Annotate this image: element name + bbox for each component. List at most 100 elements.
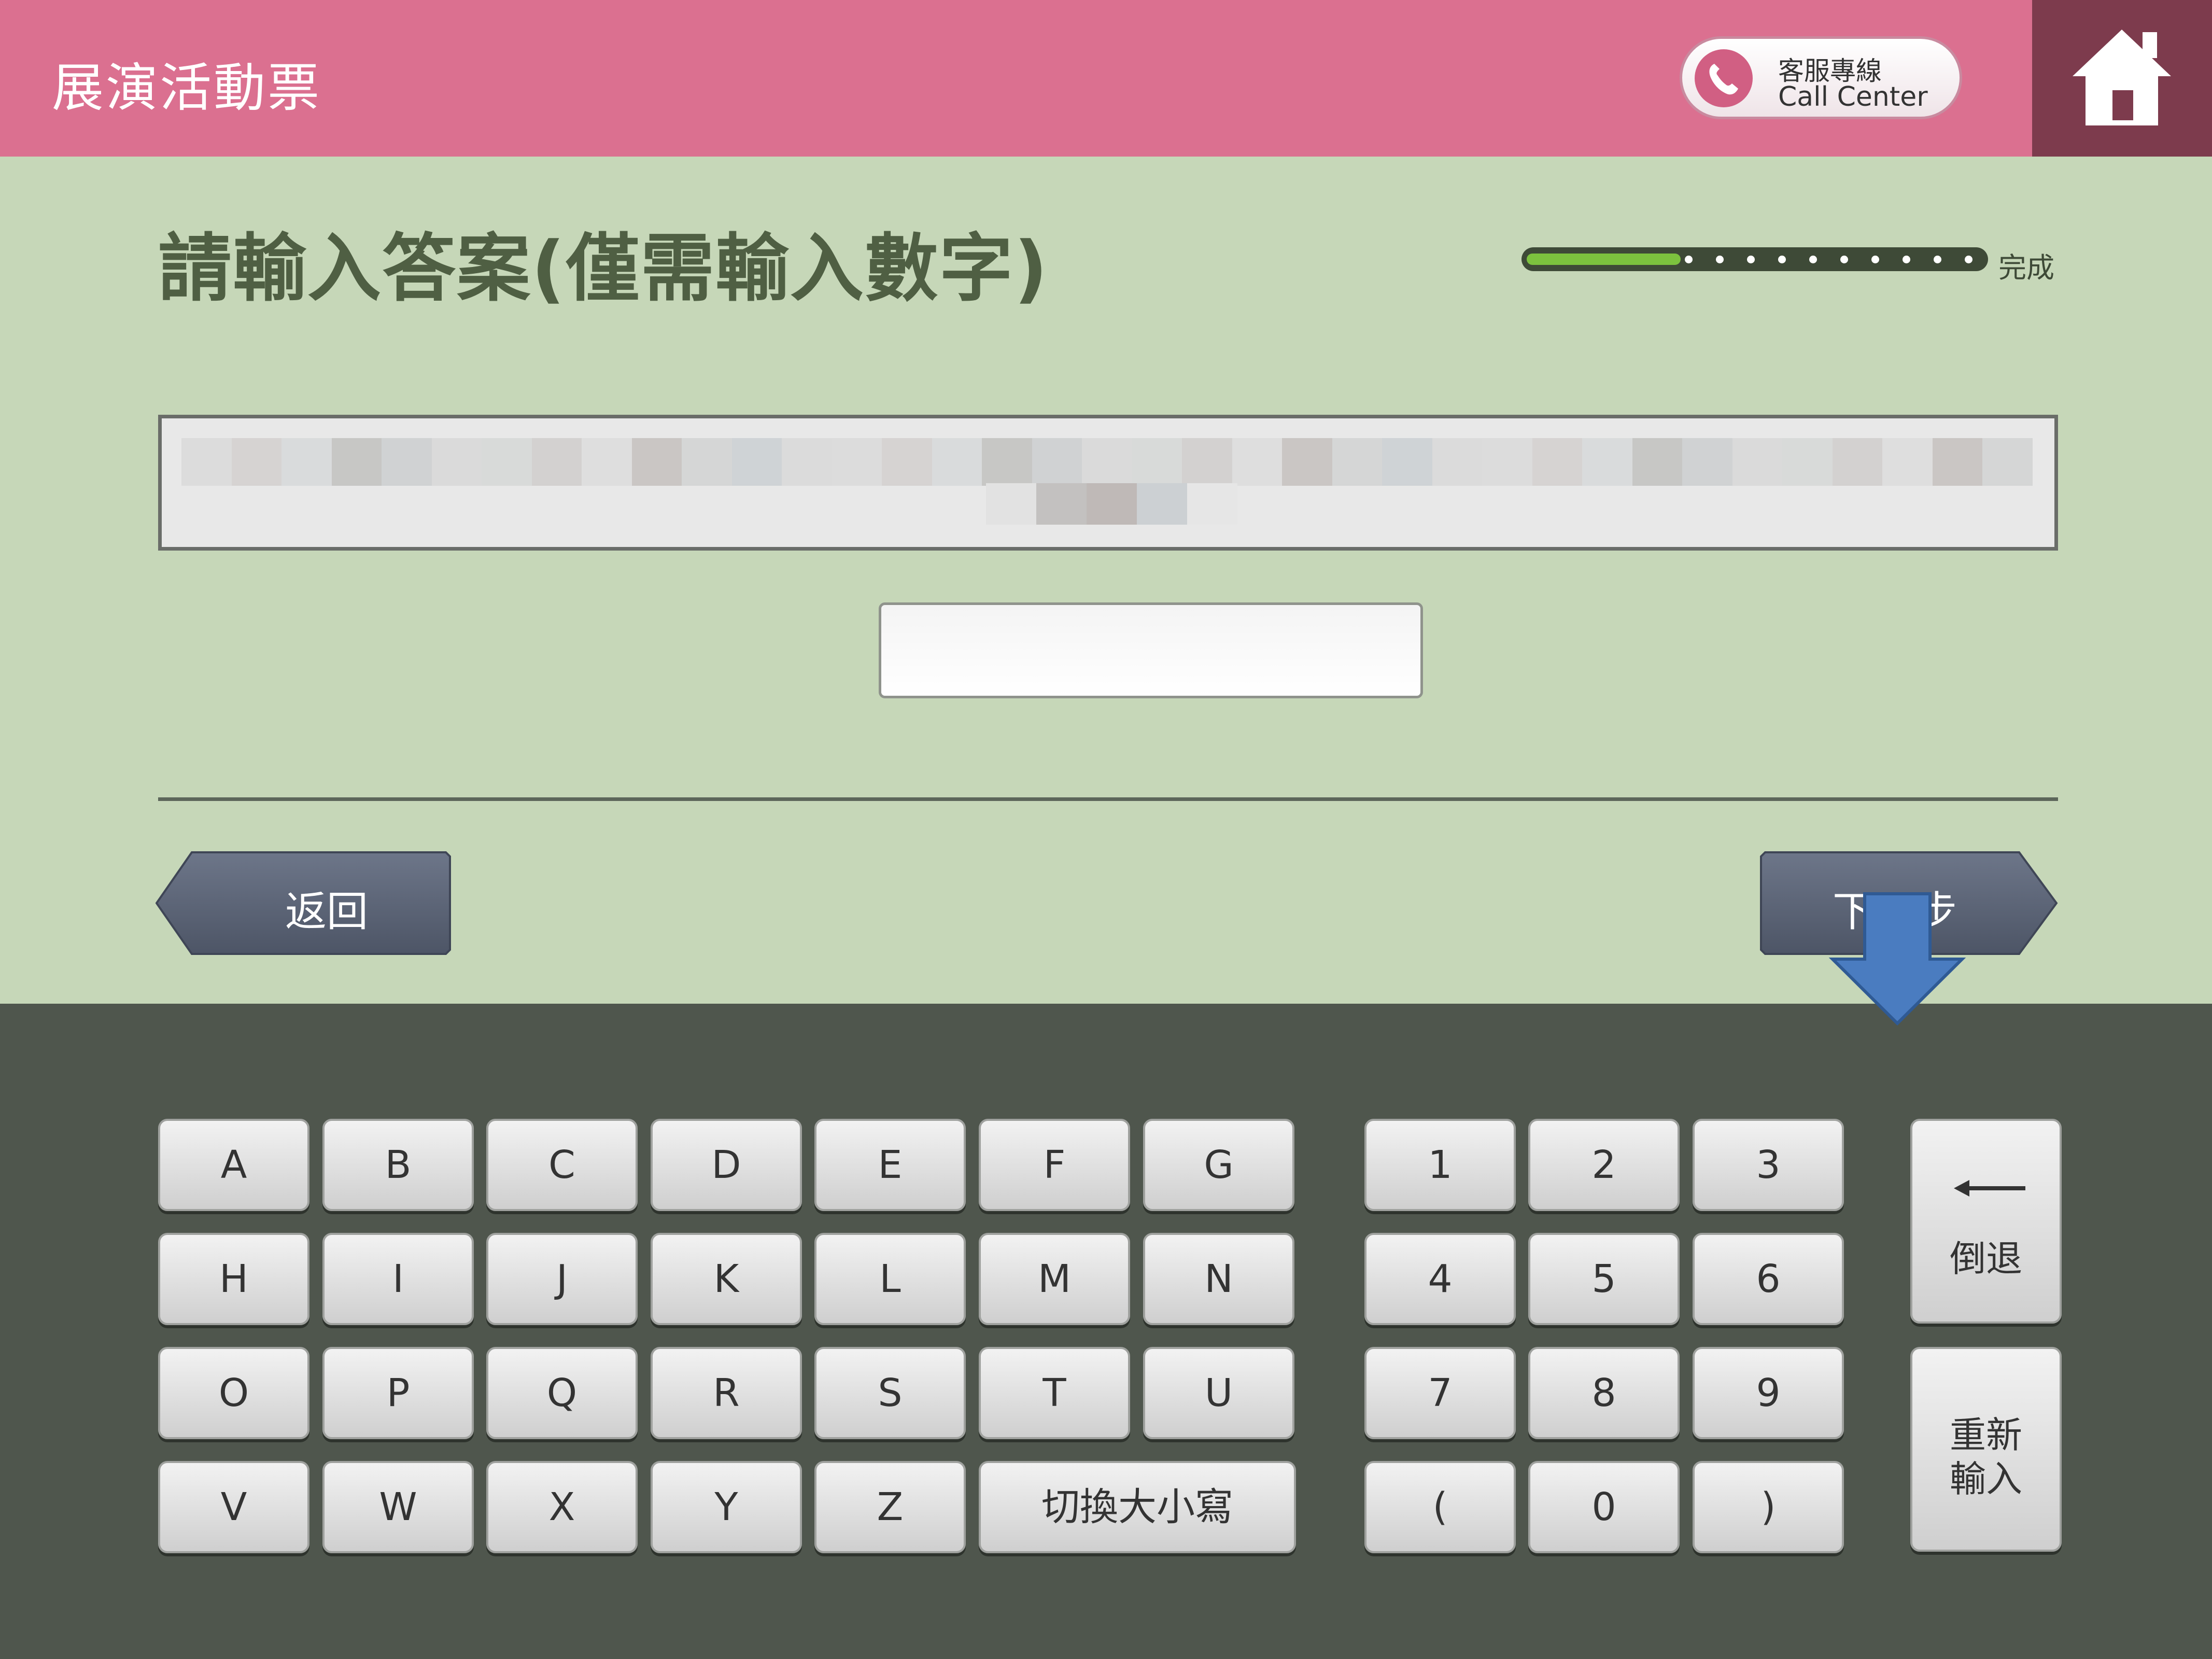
pointer-arrow-icon — [1828, 892, 1966, 1026]
progress-bar — [1521, 247, 1988, 273]
question-text-redacted — [682, 438, 732, 486]
call-center-button[interactable]: 客服專線 Call Center — [1680, 36, 1962, 119]
progress-dot — [1778, 256, 1786, 263]
question-text-redacted — [1087, 483, 1137, 525]
question-text-redacted — [1232, 438, 1283, 486]
question-text-redacted — [1582, 438, 1632, 486]
question-text-redacted — [331, 438, 382, 486]
progress-dot — [1934, 256, 1941, 263]
key-l[interactable]: L — [814, 1233, 966, 1325]
key-r[interactable]: R — [651, 1347, 802, 1439]
page-title: 請輸入答案(僅需輸入數字) — [158, 226, 1049, 312]
key-q[interactable]: Q — [486, 1347, 638, 1439]
home-icon — [2073, 30, 2171, 125]
key-v[interactable]: V — [158, 1461, 309, 1553]
question-text-redacted — [1732, 438, 1783, 486]
key-g[interactable]: G — [1143, 1119, 1294, 1211]
digit-key[interactable]: 3 — [1693, 1119, 1844, 1211]
question-text-redacted — [281, 438, 332, 486]
question-text-redacted — [782, 438, 832, 486]
phone-icon — [1695, 49, 1753, 107]
key-k[interactable]: K — [651, 1233, 802, 1325]
progress-dot — [1871, 256, 1879, 263]
question-text-redacted — [932, 438, 982, 486]
key-u[interactable]: U — [1143, 1347, 1294, 1439]
key-d[interactable]: D — [651, 1119, 802, 1211]
question-text-redacted — [231, 438, 282, 486]
question-text-redacted — [1782, 438, 1833, 486]
key-f[interactable]: F — [979, 1119, 1130, 1211]
digit-key[interactable]: 1 — [1364, 1119, 1516, 1211]
digit-key[interactable]: 7 — [1364, 1347, 1516, 1439]
key-b[interactable]: B — [322, 1119, 474, 1211]
key-c[interactable]: C — [486, 1119, 638, 1211]
question-text-redacted — [1432, 438, 1483, 486]
key-o[interactable]: O — [158, 1347, 309, 1439]
backspace-key[interactable]: 倒退 — [1910, 1119, 2062, 1324]
question-text-redacted — [382, 438, 432, 486]
question-text-redacted — [1187, 483, 1237, 525]
key-h[interactable]: H — [158, 1233, 309, 1325]
progress-dot — [1965, 256, 1973, 263]
question-text-redacted — [1036, 483, 1087, 525]
question-text-redacted — [982, 438, 1032, 486]
question-text-redacted — [1632, 438, 1683, 486]
question-text-redacted — [631, 438, 682, 486]
divider — [158, 797, 2058, 801]
question-text-redacted — [1982, 438, 2033, 486]
digit-key[interactable]: ) — [1693, 1461, 1844, 1553]
key-p[interactable]: P — [322, 1347, 474, 1439]
home-button[interactable] — [2032, 0, 2212, 157]
question-text-redacted — [1182, 438, 1232, 486]
key-z[interactable]: Z — [814, 1461, 966, 1553]
question-text-redacted — [882, 438, 932, 486]
answer-input[interactable] — [879, 602, 1423, 698]
digit-key[interactable]: 0 — [1528, 1461, 1680, 1553]
key-x[interactable]: X — [486, 1461, 638, 1553]
header-bar: 展演活動票 客服專線 Call Center — [0, 0, 2212, 157]
key-j[interactable]: J — [486, 1233, 638, 1325]
question-box — [158, 415, 2058, 551]
digit-key[interactable]: 9 — [1693, 1347, 1844, 1439]
reset-label-line2: 輸入 — [1950, 1458, 2022, 1500]
key-e[interactable]: E — [814, 1119, 966, 1211]
main-panel: 請輸入答案(僅需輸入數字) 完成 返回 下一步 — [0, 157, 2212, 1026]
digit-key[interactable]: ( — [1364, 1461, 1516, 1553]
key-a[interactable]: A — [158, 1119, 309, 1211]
back-button[interactable]: 返回 — [156, 851, 451, 955]
key-s[interactable]: S — [814, 1347, 966, 1439]
key-n[interactable]: N — [1143, 1233, 1294, 1325]
key-w[interactable]: W — [322, 1461, 474, 1553]
question-text-redacted — [181, 438, 232, 486]
digit-key[interactable]: 6 — [1693, 1233, 1844, 1325]
question-text-redacted — [1137, 483, 1187, 525]
reset-input-key[interactable]: 重新 輸入 — [1910, 1347, 2062, 1552]
key-m[interactable]: M — [979, 1233, 1130, 1325]
progress-dot — [1747, 256, 1755, 263]
question-text-redacted — [1132, 438, 1182, 486]
question-text-redacted — [832, 438, 882, 486]
question-text-redacted — [1682, 438, 1732, 486]
question-text-redacted — [1832, 438, 1883, 486]
digit-key[interactable]: 8 — [1528, 1347, 1680, 1439]
key-t[interactable]: T — [979, 1347, 1130, 1439]
digit-key[interactable]: 5 — [1528, 1233, 1680, 1325]
question-text-redacted — [1082, 438, 1132, 486]
progress-label: 完成 — [1998, 251, 2054, 284]
question-text-redacted — [582, 438, 632, 486]
question-text-redacted — [482, 438, 532, 486]
progress-dot — [1716, 256, 1724, 263]
key-y[interactable]: Y — [651, 1461, 802, 1553]
question-text-redacted — [1282, 438, 1332, 486]
progress-dot — [1903, 256, 1910, 263]
question-text-redacted — [986, 483, 1036, 525]
question-text-redacted — [1532, 438, 1583, 486]
question-text-redacted — [1932, 438, 1983, 486]
call-center-label-en: Call Center — [1778, 81, 1928, 113]
digit-key[interactable]: 2 — [1528, 1119, 1680, 1211]
backspace-arrow-icon — [1954, 1180, 2025, 1197]
case-toggle-key[interactable]: 切換大小寫 — [979, 1461, 1296, 1553]
question-text-redacted — [431, 438, 482, 486]
digit-key[interactable]: 4 — [1364, 1233, 1516, 1325]
key-i[interactable]: I — [322, 1233, 474, 1325]
